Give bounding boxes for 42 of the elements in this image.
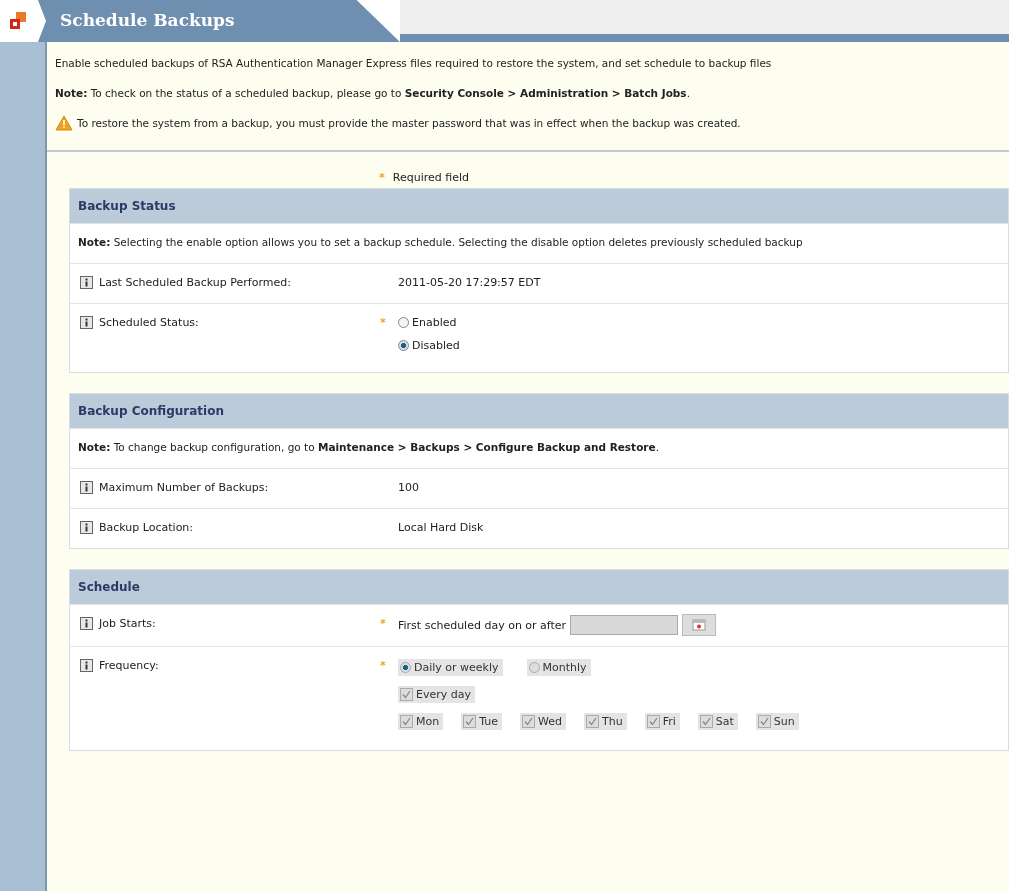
required-mark: * — [379, 170, 385, 184]
info-icon[interactable] — [80, 659, 93, 672]
note-text: Note: To change backup configuration, go to Maintenance > Backups > Configure Backup and Restore. — [78, 441, 659, 453]
description-text: Enable scheduled backups of RSA Authentication Manager Express files required to restore the system, and set schedule to backup files — [55, 56, 773, 71]
info-icon[interactable] — [80, 617, 93, 630]
required-mark: * — [380, 617, 386, 630]
section-header: Backup Configuration — [70, 394, 1008, 428]
checkmark-icon — [701, 717, 711, 726]
info-icon[interactable] — [80, 276, 93, 289]
info-icon[interactable] — [80, 521, 93, 534]
note-text: Note: Selecting the enable option allows you to set a backup schedule. Selecting the disable option deletes previously scheduled backup — [78, 236, 803, 248]
warning-text: To restore the system from a backup, you must provide the master password that was in effect when the backup was created. — [77, 116, 741, 131]
checkmark-icon — [465, 717, 475, 726]
date-field[interactable] — [570, 615, 679, 635]
field-label: Last Scheduled Backup Performed: — [99, 276, 291, 289]
section-header: Backup Status — [70, 189, 1008, 223]
checkmark-icon — [648, 717, 658, 726]
note-text: Note: To check on the status of a scheduled backup, please go to Security Console > Administration > Batch Jobs. — [55, 86, 691, 101]
checkmark-icon — [759, 717, 769, 726]
required-legend: Required field — [392, 170, 469, 184]
info-icon[interactable] — [80, 481, 93, 494]
field-value: Local Hard Disk — [398, 521, 484, 534]
required-mark: * — [380, 316, 386, 329]
checkmark-icon — [588, 717, 597, 726]
checkmark-icon — [402, 717, 411, 726]
field-label: Maximum Number of Backups: — [99, 481, 269, 494]
calendar-icon — [692, 619, 707, 631]
checkmark-icon — [524, 717, 533, 726]
required-mark: * — [380, 659, 386, 672]
section-header: Schedule — [70, 570, 1008, 604]
field-prefix: First scheduled day on or after — [398, 618, 567, 632]
field-value: 2011-05-20 17:29:57 EDT — [398, 276, 541, 289]
field-label: Frequency: — [99, 659, 159, 672]
radio-option[interactable]: Enabled — [398, 316, 1008, 329]
warning-icon — [55, 115, 73, 131]
info-icon[interactable] — [80, 316, 93, 329]
radio-option[interactable]: Disabled — [398, 339, 1008, 352]
checkmark-icon — [402, 690, 411, 699]
field-label: Backup Location: — [99, 521, 194, 534]
field-value: 100 — [398, 481, 419, 494]
field-label: Scheduled Status: — [99, 316, 199, 329]
field-label: Job Starts: — [99, 617, 156, 630]
